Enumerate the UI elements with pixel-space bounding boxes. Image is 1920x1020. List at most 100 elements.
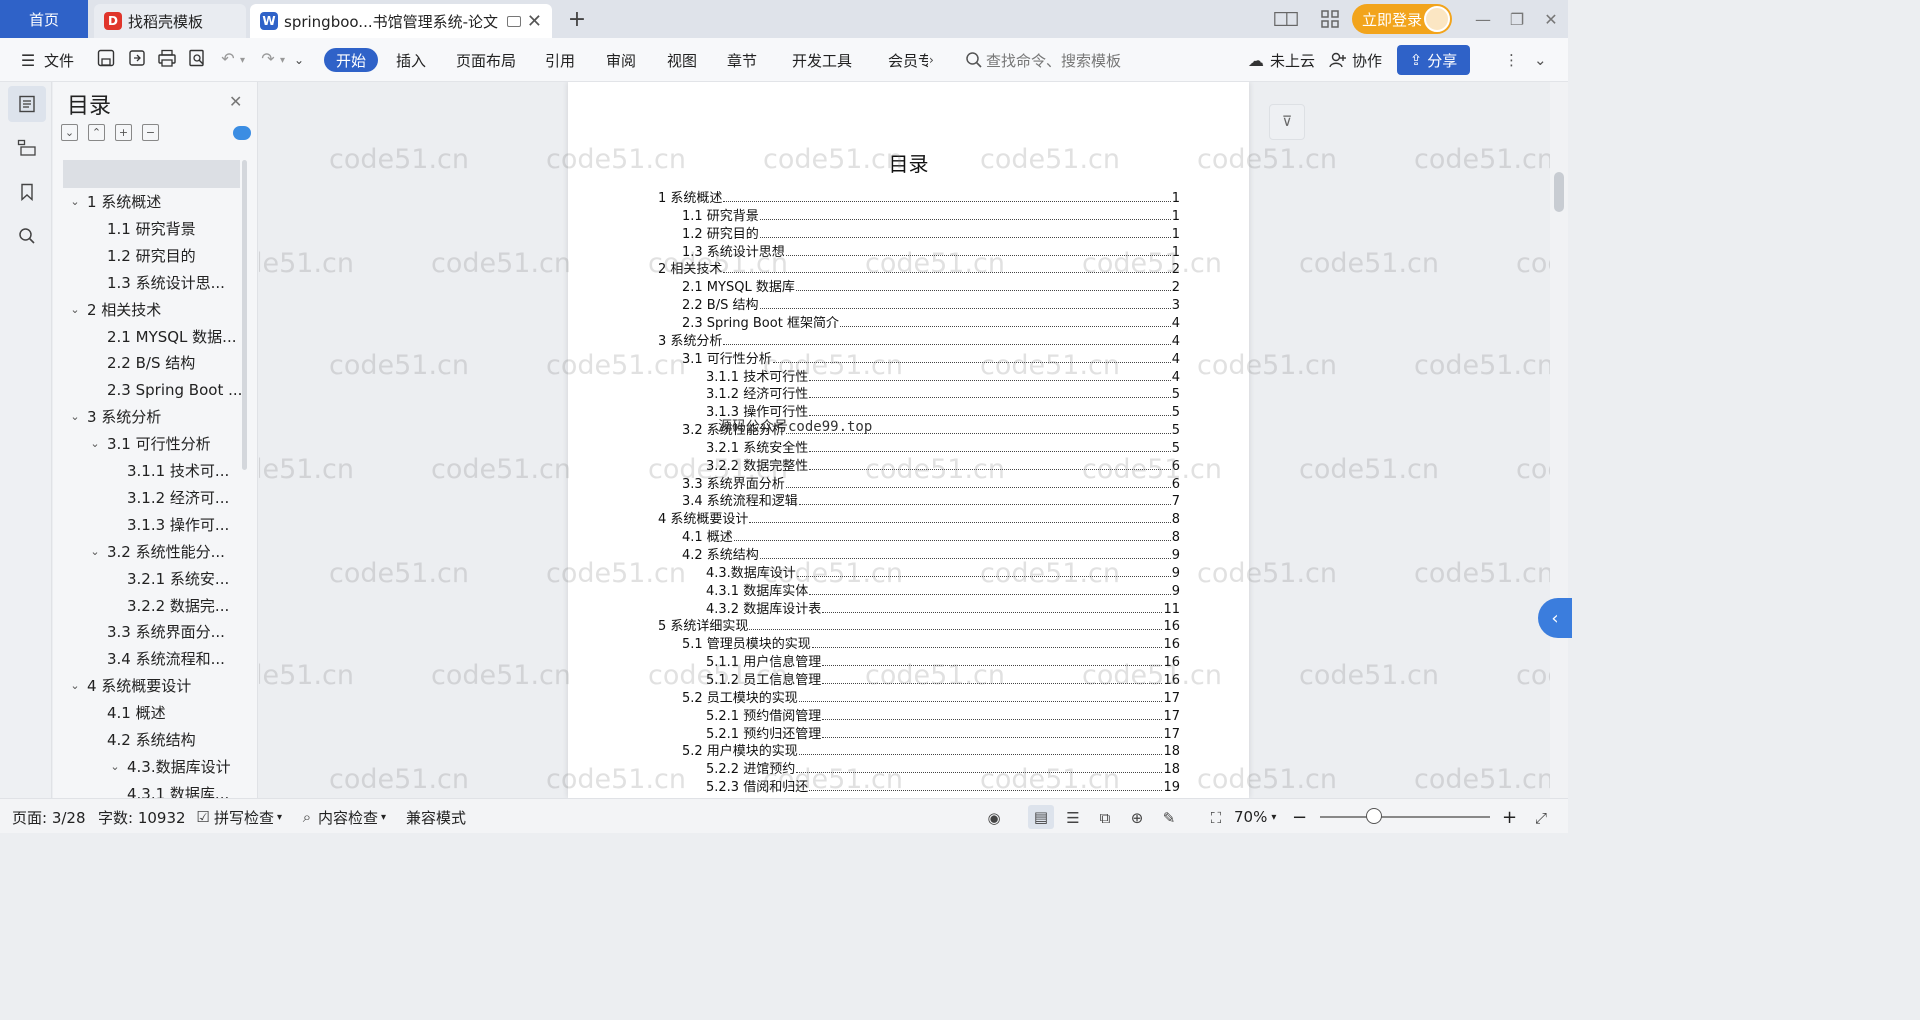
chevron-right-icon[interactable]: › xyxy=(929,48,934,72)
toc-item[interactable]: 4.2 系统结构 xyxy=(87,726,247,753)
toc-entry[interactable]: 2.3 Spring Boot 框架简介 4 xyxy=(682,313,1180,331)
more-menu-icon[interactable]: ⋮ xyxy=(1504,48,1519,72)
chevron-down-icon[interactable]: ⌄ xyxy=(107,760,123,773)
toc-entry[interactable]: 4.3.1 数据库实体 9 xyxy=(706,581,1180,599)
pen-icon[interactable]: ✎ xyxy=(1158,807,1180,829)
read-mode-icon[interactable]: ⧉ xyxy=(1094,807,1116,829)
toc-item[interactable]: 1.2 研究目的 xyxy=(87,242,247,269)
toc-entry[interactable]: 3 系统分析 4 xyxy=(658,331,1180,349)
redo-icon[interactable]: ↷ xyxy=(258,48,278,68)
toc-item[interactable]: 2.2 B/S 结构 xyxy=(87,349,247,376)
toc-entry[interactable]: 5.2 员工模块的实现 17 xyxy=(682,688,1180,706)
layout-toggle-icon[interactable] xyxy=(1274,8,1298,30)
toc-entry[interactable]: 5.2 用户模块的实现 18 xyxy=(682,741,1180,759)
zoom-slider[interactable] xyxy=(1320,816,1490,818)
toc-entry[interactable]: 3.1 可行性分析 4 xyxy=(682,349,1180,367)
document-page[interactable]: 目录 1 系统概述 1 1.1 研究背景 1 1.2 研究目的 1 1.3 系统设计思想 1 2… xyxy=(568,82,1249,798)
toc-item[interactable]: 3.4 系统流程和... xyxy=(87,645,247,672)
toc-entry[interactable]: 2.2 B/S 结构 3 xyxy=(682,295,1180,313)
toc-item[interactable]: ⌄ 3.1 可行性分析 xyxy=(87,430,247,457)
share-button[interactable]: ⇪ 分享 xyxy=(1397,45,1470,75)
fullscreen-icon[interactable]: ⤢ xyxy=(1530,807,1552,829)
export-icon[interactable] xyxy=(127,48,147,68)
close-icon[interactable]: ✕ xyxy=(229,92,242,111)
collapse-all-icon[interactable]: ⌃ xyxy=(88,124,105,141)
find-icon[interactable] xyxy=(8,218,46,254)
toc-entry[interactable]: 5.2.3 借阅和归还 19 xyxy=(706,777,1180,795)
cloud-status[interactable]: ☁ 未上云 xyxy=(1246,48,1315,72)
collaborate-button[interactable]: 协作 xyxy=(1328,48,1382,72)
tab-home[interactable]: 首页 xyxy=(0,0,88,38)
web-view-icon[interactable]: ⊕ xyxy=(1126,807,1148,829)
outline-view-icon[interactable]: ☰ xyxy=(1062,807,1084,829)
toc-entry[interactable]: 5.2.1 预约借阅管理 17 xyxy=(706,706,1180,724)
tab-chapter[interactable]: 章节 xyxy=(727,48,757,72)
toc-item[interactable]: 4.3.1 数据库... xyxy=(107,780,247,798)
content-check-button[interactable]: ⌕ 内容检查 ▾ xyxy=(296,807,386,827)
spell-check-button[interactable]: ☑ 拼写检查 ▾ xyxy=(192,807,282,827)
close-tab-icon[interactable]: ✕ xyxy=(527,11,542,32)
zoom-slider-handle[interactable] xyxy=(1366,808,1382,824)
tab-document[interactable]: W springboo...书馆管理系统-论文 ✕ xyxy=(250,4,552,38)
toc-entry[interactable]: 4.1 概述 8 xyxy=(682,527,1180,545)
toc-panel-icon[interactable] xyxy=(8,86,46,122)
toc-item[interactable]: ⌄ 4.3.数据库设计 xyxy=(107,753,247,780)
tab-page-layout[interactable]: 页面布局 xyxy=(456,48,516,72)
filter-icon[interactable]: ⊽ xyxy=(1269,104,1305,140)
chevron-down-icon[interactable]: ⌄ xyxy=(67,195,83,208)
toc-item[interactable]: 3.2.2 数据完... xyxy=(107,592,247,619)
login-button[interactable]: 立即登录 xyxy=(1352,4,1452,34)
chevron-down-icon[interactable]: ⌄ xyxy=(67,303,83,316)
menu-file[interactable]: ☰ 文件 xyxy=(18,48,74,72)
toc-entry[interactable]: 4 系统概要设计 8 xyxy=(658,509,1180,527)
minimize-icon[interactable]: — xyxy=(1470,6,1496,32)
side-panel-toggle-icon[interactable]: ‹ xyxy=(1538,598,1572,638)
undo-dropdown-icon[interactable]: ▾ xyxy=(240,48,245,72)
toc-item[interactable]: 3.1.2 经济可... xyxy=(107,484,247,511)
restore-icon[interactable]: ❐ xyxy=(1504,6,1530,32)
toc-entry[interactable]: 3.4 系统流程和逻辑 7 xyxy=(682,491,1180,509)
toc-entry[interactable]: 5.1 管理员模块的实现 16 xyxy=(682,634,1180,652)
toc-filter-box[interactable] xyxy=(63,160,240,188)
toc-entry[interactable]: 3.2.2 数据完整性 6 xyxy=(706,456,1180,474)
toc-entry[interactable]: 3.3 系统界面分析 6 xyxy=(682,474,1180,492)
toc-entry[interactable]: 5.1.1 用户信息管理 16 xyxy=(706,652,1180,670)
tab-references[interactable]: 引用 xyxy=(545,48,575,72)
remove-heading-icon[interactable]: − xyxy=(142,124,159,141)
undo-icon[interactable]: ↶ xyxy=(218,48,238,68)
add-heading-icon[interactable]: + xyxy=(115,124,132,141)
toc-item[interactable]: 1.1 研究背景 xyxy=(87,215,247,242)
toc-item[interactable]: 1.3 系统设计思... xyxy=(87,269,247,296)
toc-entry[interactable]: 1 系统概述 1 xyxy=(658,188,1180,206)
vertical-scrollbar[interactable] xyxy=(1550,82,1568,798)
toc-item[interactable]: 3.1.3 操作可... xyxy=(107,511,247,538)
toc-entry[interactable]: 3.1.2 经济可行性 5 xyxy=(706,384,1180,402)
toc-item[interactable]: ⌄ 4 系统概要设计 xyxy=(67,672,247,699)
chevron-down-icon[interactable]: ⌄ xyxy=(67,410,83,423)
toc-item[interactable]: 2.1 MYSQL 数据... xyxy=(87,323,247,350)
toc-entry[interactable]: 3.1.1 技术可行性 4 xyxy=(706,367,1180,385)
toc-entry[interactable]: 5.2.2 进馆预约 18 xyxy=(706,759,1180,777)
save-icon[interactable] xyxy=(96,48,116,68)
toc-entry[interactable]: 1.1 研究背景 1 xyxy=(682,206,1180,224)
toc-entry[interactable]: 5 系统详细实现 16 xyxy=(658,616,1180,634)
tab-view[interactable]: 视图 xyxy=(667,48,697,72)
tab-start[interactable]: 开始 xyxy=(324,48,379,72)
tab-dev-tools[interactable]: 开发工具 xyxy=(792,48,852,72)
eye-protect-icon[interactable]: ◉ xyxy=(983,807,1005,829)
expand-all-icon[interactable]: ⌄ xyxy=(61,124,78,141)
print-icon[interactable] xyxy=(157,48,177,68)
tab-review[interactable]: 审阅 xyxy=(606,48,636,72)
word-count[interactable]: 字数: 10932 xyxy=(98,807,186,827)
apps-grid-icon[interactable] xyxy=(1318,8,1342,30)
toc-entry[interactable]: 1.2 研究目的 1 xyxy=(682,224,1180,242)
more-tools-icon[interactable]: ⌄ xyxy=(294,48,304,72)
command-search[interactable]: 查找命令、搜索模板 xyxy=(964,48,1121,72)
window-icon[interactable] xyxy=(506,15,521,27)
toc-item[interactable]: 3.1.1 技术可... xyxy=(107,457,247,484)
toc-entry[interactable]: 2 相关技术 2 xyxy=(658,259,1180,277)
tab-insert[interactable]: 插入 xyxy=(396,48,426,72)
chevron-down-icon[interactable]: ⌄ xyxy=(87,545,103,558)
toc-entry[interactable]: 4.3.数据库设计 9 xyxy=(706,563,1180,581)
fit-page-icon[interactable]: ⛶ xyxy=(1205,807,1227,829)
